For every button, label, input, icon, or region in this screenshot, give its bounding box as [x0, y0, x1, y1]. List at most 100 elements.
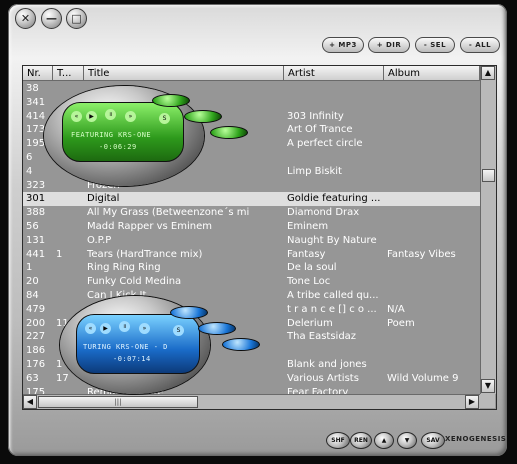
green-pill-button[interactable]: [210, 126, 248, 139]
move-down-button[interactable]: ▼: [397, 432, 417, 449]
cell-title: All My Grass (Betweenzone´s mi: [87, 207, 250, 219]
cell-artist: Tone Loc: [287, 276, 331, 288]
maximize-icon: □: [71, 12, 82, 25]
brand-label: XENOGENESIS: [445, 435, 507, 443]
table-row[interactable]: 56 Madd Rapper vs Eminem Eminem: [23, 220, 480, 234]
cell-title: Ring Ring Ring: [87, 262, 161, 274]
play-icon[interactable]: ▶: [100, 323, 111, 334]
cell-nr: 1: [26, 262, 33, 274]
cell-nr: 227: [26, 331, 46, 343]
green-pill-button[interactable]: [184, 110, 222, 123]
cell-title: O.P.P: [87, 234, 112, 246]
player-time: -0:07:14: [113, 355, 151, 363]
mini-player-blue[interactable]: « ▶ ॥ » S TURING KRS-ONE - D -0:07:14: [60, 296, 270, 396]
cell-artist: Diamond Drax: [287, 207, 360, 219]
shuffle-icon[interactable]: S: [159, 113, 170, 124]
save-button[interactable]: SAV: [421, 432, 445, 449]
cell-artist: Goldie featuring ...: [287, 193, 381, 205]
cell-artist: Blank and jones: [287, 359, 367, 370]
player-screen: « ▶ ॥ » S TURING KRS-ONE - D -0:07:14: [76, 314, 200, 374]
scroll-right-icon[interactable]: ▶: [465, 395, 479, 409]
green-pill-button[interactable]: [152, 94, 190, 107]
move-up-button[interactable]: ▲: [374, 432, 394, 449]
cell-nr: 131: [26, 234, 46, 246]
player-scroll-text: TURING KRS-ONE - D: [83, 343, 168, 351]
cell-nr: 200: [26, 317, 46, 329]
cell-nr: 441: [26, 248, 46, 260]
horizontal-scrollbar[interactable]: ◀ ||| ▶: [23, 394, 480, 409]
table-row[interactable]: 301 Digital Goldie featuring ...: [23, 192, 480, 207]
play-icon[interactable]: ▶: [86, 111, 97, 122]
scroll-left-icon[interactable]: ◀: [23, 395, 37, 409]
pause-icon[interactable]: ॥: [105, 109, 116, 120]
table-row[interactable]: 131 O.P.P Naught By Nature: [23, 234, 480, 248]
column-header-album[interactable]: Album: [384, 66, 480, 81]
cell-artist: t r a n c e [] c o ...: [287, 303, 377, 315]
table-row[interactable]: 1 Ring Ring Ring De la soul: [23, 261, 480, 275]
scroll-corner: [480, 394, 495, 408]
cell-artist: Fantasy: [287, 248, 326, 260]
cell-album: Wild Volume 9: [387, 372, 459, 384]
column-header-nr[interactable]: Nr.: [23, 66, 53, 81]
cell-nr: 63: [26, 372, 39, 384]
scroll-down-icon[interactable]: ▼: [481, 379, 495, 393]
player-time: -0:06:29: [99, 143, 137, 151]
vertical-scrollbar[interactable]: ▲ ▼: [480, 66, 496, 394]
column-header-track[interactable]: T...: [53, 66, 84, 81]
cell-nr: 84: [26, 290, 39, 301]
next-icon[interactable]: »: [125, 111, 136, 122]
cell-nr: 175: [26, 386, 46, 394]
cell-title: Digital: [87, 193, 120, 205]
table-row[interactable]: 441 1 Tears (HardTrance mix) Fantasy Fantasy…: [23, 248, 480, 262]
previous-icon[interactable]: «: [71, 111, 82, 122]
cell-album: N/A: [387, 303, 405, 315]
scroll-up-icon[interactable]: ▲: [481, 66, 495, 80]
add-mp3-button[interactable]: + MP3: [322, 37, 364, 53]
cell-nr: 479: [26, 303, 46, 315]
cell-nr: 301: [26, 193, 46, 205]
minimize-button[interactable]: —: [41, 8, 62, 29]
mini-player-green[interactable]: « ▶ ॥ » S FEATURING KRS-ONE -0:06:29: [44, 86, 254, 186]
cell-nr: 388: [26, 207, 46, 219]
cell-artist: Various Artists: [287, 372, 359, 384]
playlist-header: Nr. T... Title Artist Album: [23, 66, 480, 82]
remove-all-button[interactable]: - ALL: [460, 37, 500, 53]
minimize-icon: —: [46, 12, 57, 25]
table-row[interactable]: 20 Funky Cold Medina Tone Loc: [23, 275, 480, 289]
close-button[interactable]: ✕: [15, 8, 36, 29]
maximize-button[interactable]: □: [66, 8, 87, 29]
column-header-artist[interactable]: Artist: [284, 66, 384, 81]
next-icon[interactable]: »: [139, 323, 150, 334]
rename-button[interactable]: REN: [350, 432, 372, 449]
add-dir-button[interactable]: + DIR: [368, 37, 410, 53]
vertical-scroll-thumb[interactable]: [482, 169, 495, 182]
shuffle-button[interactable]: SHF: [326, 432, 350, 449]
cell-nr: 186: [26, 345, 46, 357]
cell-title: Madd Rapper vs Eminem: [87, 221, 212, 232]
blue-pill-button[interactable]: [170, 306, 208, 319]
blue-pill-button[interactable]: [198, 322, 236, 335]
cell-title: Funky Cold Medina: [87, 276, 182, 288]
cell-artist: 303 Infinity: [287, 110, 344, 122]
column-header-title[interactable]: Title: [84, 66, 284, 81]
cell-artist: Delerium: [287, 317, 333, 329]
close-icon: ✕: [20, 12, 31, 25]
cell-artist: A tribe called qu...: [287, 290, 379, 301]
cell-artist: Eminem: [287, 221, 329, 232]
cell-artist: A perfect circle: [287, 138, 363, 150]
cell-artist: Tha Eastsidaz: [287, 331, 357, 343]
cell-artist: Naught By Nature: [287, 234, 377, 246]
table-row[interactable]: 388 All My Grass (Betweenzone´s mi Diamond…: [23, 206, 480, 220]
remove-selected-button[interactable]: - SEL: [415, 37, 455, 53]
cell-nr: 176: [26, 359, 46, 370]
blue-pill-button[interactable]: [222, 338, 260, 351]
cell-artist: Art Of Trance: [287, 124, 353, 136]
arrow-up-icon: ▲: [381, 437, 387, 444]
previous-icon[interactable]: «: [85, 323, 96, 334]
cell-track: 1: [56, 248, 63, 260]
pause-icon[interactable]: ॥: [119, 321, 130, 332]
shuffle-icon[interactable]: S: [173, 325, 184, 336]
cell-album: Fantasy Vibes: [387, 248, 456, 260]
horizontal-scroll-thumb[interactable]: |||: [38, 396, 198, 408]
cell-artist: De la soul: [287, 262, 337, 274]
